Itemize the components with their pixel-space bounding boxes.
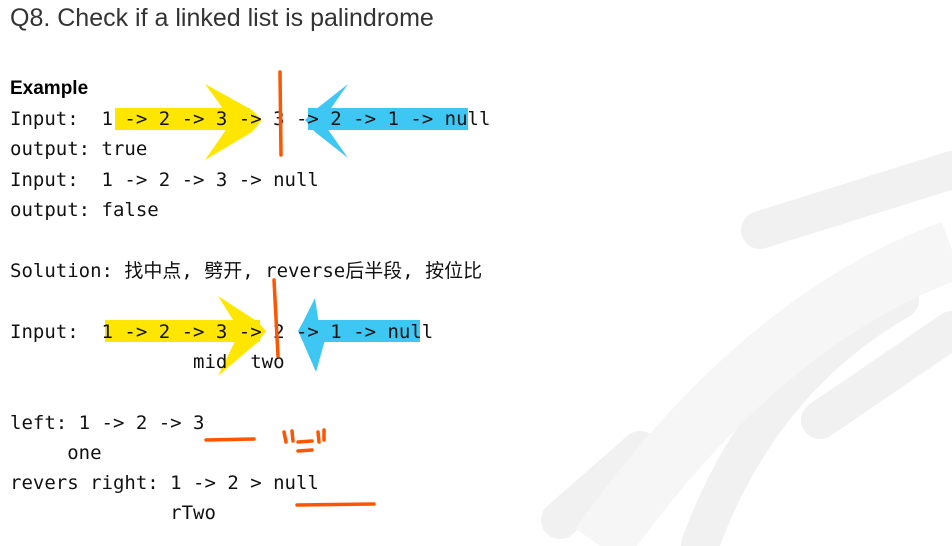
equals-quote-right [316,430,321,444]
equals-bar-top [296,439,314,444]
pen-annotations [204,70,376,507]
underline-left-3 [204,437,256,442]
underline-null [295,502,376,507]
equals-quote-left [282,430,288,444]
split-line-example [278,70,283,157]
equals-bar-bottom [296,448,314,453]
equals-quote-left-2 [290,429,295,443]
split-line-solution [272,278,280,358]
